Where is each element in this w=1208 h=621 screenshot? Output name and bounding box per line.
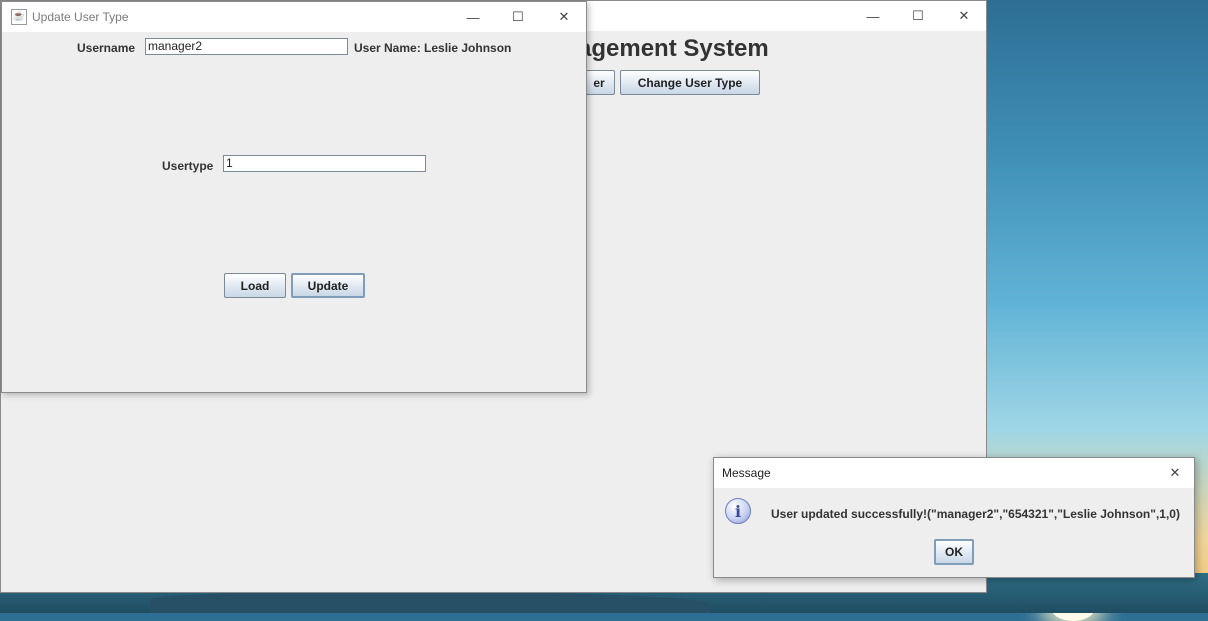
update-maximize-button[interactable]: ☐ (495, 2, 541, 32)
main-window-heading: agement System (578, 35, 769, 62)
username-field[interactable]: manager2 (145, 38, 348, 55)
usertype-field[interactable]: 1 (223, 155, 426, 172)
ok-button-label: OK (945, 545, 963, 559)
message-close-button[interactable]: ✕ (1156, 458, 1194, 488)
message-dialog-title: Message (722, 466, 771, 480)
change-user-type-button[interactable]: Change User Type (620, 70, 760, 95)
java-app-icon: ☕ (11, 9, 27, 25)
main-maximize-button[interactable]: ☐ (895, 1, 941, 31)
usertype-label: Usertype (162, 159, 214, 173)
update-button[interactable]: Update (291, 273, 365, 298)
load-button-label: Load (240, 278, 270, 293)
ok-button[interactable]: OK (934, 539, 974, 565)
message-text: User updated successfully!("manager2","6… (771, 507, 1180, 521)
update-close-button[interactable]: ✕ (541, 2, 587, 32)
update-window-title: Update User Type (32, 10, 129, 24)
main-minimize-button[interactable]: — (850, 1, 896, 31)
user-name-display: User Name: Leslie Johnson (354, 41, 512, 55)
message-dialog-titlebar[interactable]: Message ✕ (714, 458, 1194, 488)
load-button[interactable]: Load (224, 273, 286, 298)
main-close-button[interactable]: ✕ (941, 1, 987, 31)
update-minimize-button[interactable]: — (450, 2, 496, 32)
update-user-type-window[interactable]: ☕ Update User Type — ☐ ✕ Username manage… (1, 1, 587, 393)
update-button-label: Update (307, 278, 349, 293)
update-window-titlebar[interactable]: ☕ Update User Type — ☐ ✕ (2, 2, 586, 32)
message-dialog[interactable]: Message ✕ i User updated successfully!("… (713, 457, 1195, 578)
info-icon: i (725, 498, 751, 524)
info-icon-glyph: i (734, 501, 742, 521)
change-user-type-label: Change User Type (637, 75, 743, 90)
partial-user-button-label: er (593, 75, 605, 90)
username-label: Username (77, 41, 136, 55)
